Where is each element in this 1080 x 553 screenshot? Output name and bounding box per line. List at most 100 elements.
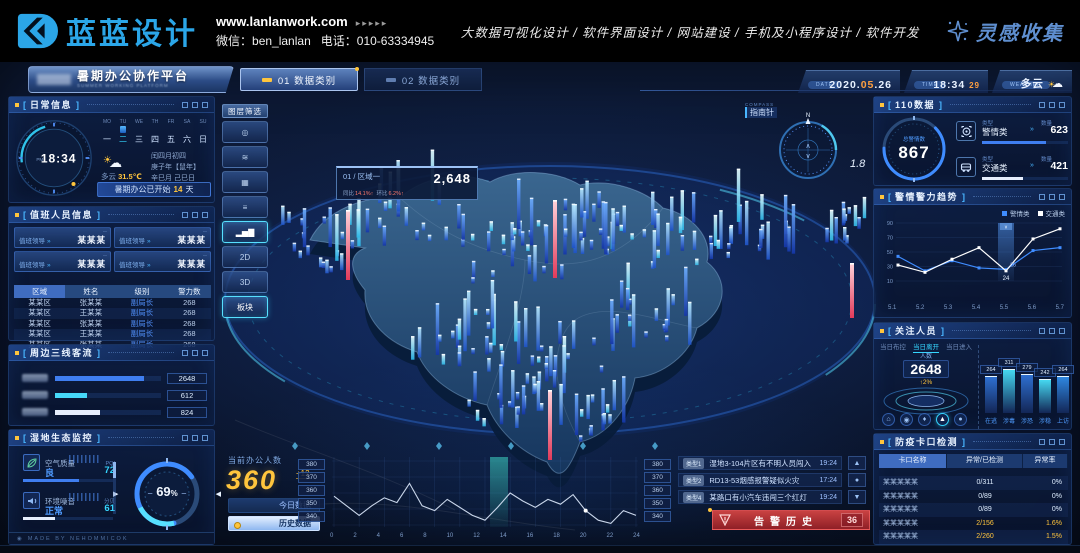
- layer-button-camera[interactable]: ◎: [222, 121, 268, 143]
- duty-card[interactable]: 值班领导»··某某某: [14, 227, 111, 248]
- svg-text:50: 50: [887, 250, 893, 256]
- window-control-icon[interactable]: [1039, 102, 1045, 108]
- window-control-icon[interactable]: [1049, 194, 1055, 200]
- window-control-icon[interactable]: [1039, 194, 1045, 200]
- duty-card[interactable]: 值班领导»··某某某: [14, 251, 111, 272]
- bracket-icon: [: [888, 192, 891, 202]
- focus-delta: ↑2%: [878, 379, 974, 386]
- window-control-icon[interactable]: [1059, 194, 1065, 200]
- window-control-icon[interactable]: [202, 102, 208, 108]
- window-control-icon[interactable]: [1049, 328, 1055, 334]
- gauge-slider-left[interactable]: [113, 462, 116, 514]
- bracket-icon: ]: [939, 100, 942, 110]
- window-control-icon[interactable]: [1059, 328, 1065, 334]
- window-control-icon[interactable]: [1049, 102, 1055, 108]
- tab-chip-icon: [262, 78, 272, 82]
- bracket-icon: [: [888, 326, 891, 336]
- inspiration-collect[interactable]: 灵感收集: [946, 17, 1064, 46]
- panel-title: 周边三线客流: [30, 346, 93, 359]
- window-control-icon[interactable]: [1039, 439, 1045, 445]
- window-control-icon[interactable]: [182, 102, 188, 108]
- alert-row[interactable]: 类型2RD13-53烟感报警疑似火灾17:24: [678, 473, 842, 487]
- layer-button-3d[interactable]: 3D: [222, 271, 268, 293]
- checkpoint-header-cell[interactable]: 异常率: [1023, 454, 1068, 468]
- alert-history-count: 36: [841, 513, 863, 527]
- layer-button-grid[interactable]: ▦: [222, 171, 268, 193]
- layer-button-2d[interactable]: 2D: [222, 246, 268, 268]
- window-control-icon[interactable]: [192, 435, 198, 441]
- marker-icon-5[interactable]: ●: [954, 413, 967, 426]
- screen: 蓝蓝设计 www.lanlanwork.com▸▸▸▸▸ 微信：ben_lanl…: [0, 0, 1080, 553]
- layer-button-radar[interactable]: ≋: [222, 146, 268, 168]
- window-control-icon[interactable]: [1059, 102, 1065, 108]
- y-axis-label: 370: [298, 472, 325, 483]
- bracket-icon: ]: [962, 437, 965, 447]
- flow-label-blur: [22, 408, 48, 416]
- today-marker-icon: [163, 126, 179, 133]
- checkpoint-header-cell[interactable]: 卡口名称: [879, 454, 947, 468]
- window-control-icon[interactable]: [182, 350, 188, 356]
- y-axis-label: 380: [644, 459, 671, 470]
- window-control-icon[interactable]: [1049, 439, 1055, 445]
- scroll-dot-icon[interactable]: ●: [848, 473, 866, 487]
- window-control-icon[interactable]: [192, 212, 198, 218]
- window-control-icon[interactable]: [202, 435, 208, 441]
- svg-text:10: 10: [887, 279, 893, 285]
- checkpoint-header-cell[interactable]: 异常/已检测: [947, 454, 1023, 468]
- layer-button-sector[interactable]: 板块: [222, 296, 268, 318]
- bottom-strip: [0, 545, 1080, 553]
- window-control-icon[interactable]: [1039, 328, 1045, 334]
- marker-icon-4[interactable]: ▲: [936, 413, 949, 426]
- marker-icon-3[interactable]: ♦: [918, 413, 931, 426]
- header-tick-icon: [15, 213, 19, 217]
- table-header-cell[interactable]: 级别: [116, 285, 167, 298]
- y-axis-label: 380: [298, 459, 325, 470]
- alert-row[interactable]: 类型1湿地3-104片区有不明人员闯入19:24: [678, 456, 842, 470]
- header-tick-icon: [880, 329, 884, 333]
- duty-card[interactable]: 值班领导»··某某某: [114, 251, 211, 272]
- svg-text:24: 24: [1003, 276, 1010, 282]
- 110-item-1: 类型警情类»数量623: [956, 119, 1068, 149]
- panel-footer: ◉MADE BY NEHOMMICOK: [9, 532, 214, 544]
- y-axis-label: 340: [644, 511, 671, 522]
- focus-bar: 311涉毒: [1003, 369, 1015, 413]
- panel-title: 湿地生态监控: [30, 431, 93, 444]
- table-header-cell[interactable]: 区域: [14, 285, 65, 298]
- header-line: [108, 352, 174, 353]
- window-control-icon[interactable]: [1059, 439, 1065, 445]
- bracket-icon: [: [23, 210, 26, 220]
- alert-history-button[interactable]: 告警历史 36: [712, 510, 870, 530]
- tooltip-value: 2,648: [433, 171, 471, 186]
- window-control-icon[interactable]: [202, 212, 208, 218]
- noise-status: 正常: [45, 506, 63, 516]
- bracket-icon: [: [23, 433, 26, 443]
- svg-text:26: 26: [1010, 262, 1016, 268]
- layer-button-list[interactable]: ≡: [222, 196, 268, 218]
- svg-text:∨: ∨: [1004, 225, 1008, 231]
- tab-data-category-2[interactable]: 02 数据类别: [364, 68, 482, 91]
- alert-row[interactable]: 类型4某路口有小汽车违闯三个红灯19:24: [678, 490, 842, 504]
- header-tick-icon: [880, 103, 884, 107]
- website-link[interactable]: www.lanlanwork.com: [216, 14, 348, 29]
- tab-data-category-1[interactable]: 01 数据类别: [240, 68, 358, 91]
- y-axis-label: 370: [644, 472, 671, 483]
- compass[interactable]: N ∧ ∨: [772, 112, 844, 184]
- police-camera-icon: [956, 121, 976, 141]
- window-control-icon[interactable]: [202, 350, 208, 356]
- duty-card[interactable]: 值班领导»··某某某: [114, 227, 211, 248]
- scroll-up-icon[interactable]: ▲: [848, 456, 866, 470]
- marker-icon-1[interactable]: ⌂: [882, 413, 895, 426]
- table-header-cell[interactable]: 警力数: [168, 285, 211, 298]
- gauge-right-arrow[interactable]: ◀: [216, 490, 221, 498]
- layer-button-stats[interactable]: ▂▅▇: [222, 221, 268, 243]
- window-control-icon[interactable]: [182, 435, 188, 441]
- marker-icon-2[interactable]: ◉: [900, 413, 913, 426]
- window-control-icon[interactable]: [192, 102, 198, 108]
- scroll-down-icon[interactable]: ▼: [848, 490, 866, 504]
- noise-progress: [23, 517, 113, 520]
- window-control-icon[interactable]: [182, 212, 188, 218]
- table-header-cell[interactable]: 姓名: [65, 285, 116, 298]
- window-control-icon[interactable]: [192, 350, 198, 356]
- flow-row: 2648: [9, 373, 214, 384]
- weather-now: 多云 31.5℃: [101, 171, 142, 182]
